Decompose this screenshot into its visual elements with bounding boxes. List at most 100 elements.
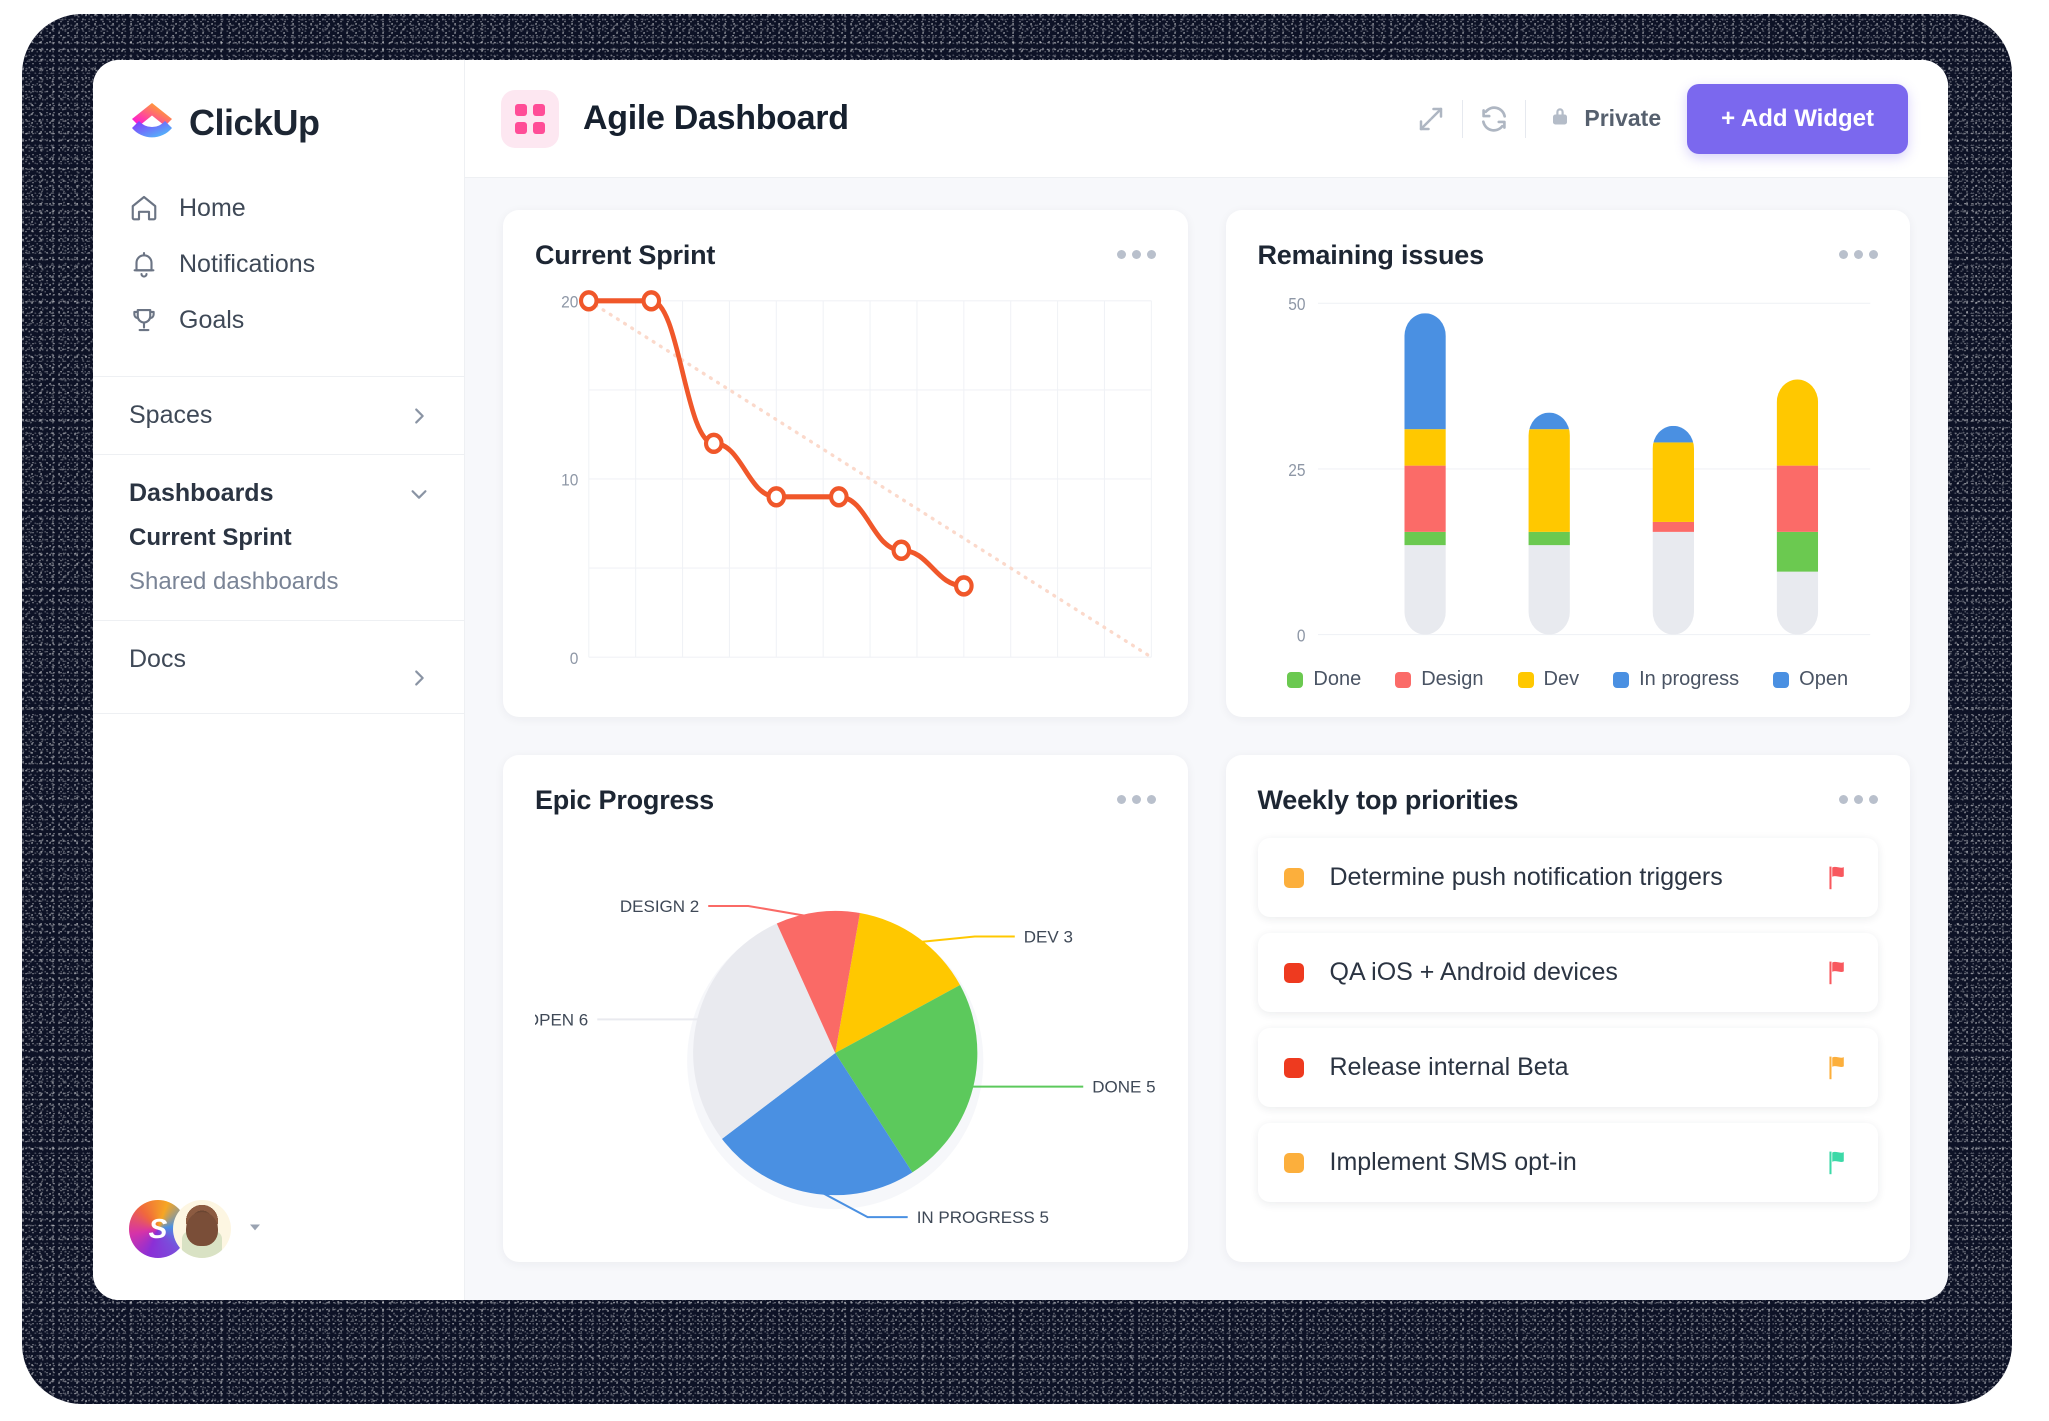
spaces-label: Spaces — [129, 401, 212, 430]
list-item[interactable]: Implement SMS opt-in — [1258, 1123, 1879, 1202]
privacy-label: Private — [1584, 105, 1661, 132]
svg-text:50: 50 — [1288, 295, 1305, 314]
status-badge — [1284, 1153, 1304, 1173]
sidebar-item-shared-dashboards[interactable]: Shared dashboards — [129, 552, 430, 596]
docs-label: Docs — [129, 645, 186, 674]
card-title: Weekly top priorities — [1258, 785, 1519, 816]
caret-down-icon[interactable] — [245, 1217, 265, 1242]
page-title: Agile Dashboard — [583, 99, 849, 138]
legend-label: Dev — [1544, 668, 1580, 691]
user-bar[interactable]: S — [129, 1200, 265, 1258]
add-widget-button[interactable]: + Add Widget — [1687, 84, 1908, 154]
chart-legend: Done Design Dev In progress Open — [1258, 662, 1879, 691]
widget-weekly-priorities: Weekly top priorities Determine push not… — [1226, 755, 1911, 1262]
legend-swatch — [1287, 672, 1303, 688]
legend-swatch — [1773, 672, 1789, 688]
flag-icon[interactable] — [1824, 1149, 1850, 1177]
legend-item[interactable]: Open — [1773, 668, 1848, 691]
card-title: Remaining issues — [1258, 240, 1484, 271]
dashboard-grid-icon — [501, 90, 559, 148]
flag-icon[interactable] — [1824, 864, 1850, 892]
chevron-right-icon[interactable] — [408, 667, 430, 689]
svg-text:0: 0 — [570, 649, 579, 668]
svg-text:20: 20 — [561, 293, 578, 312]
more-options-icon[interactable] — [1839, 785, 1878, 804]
dashboards-header[interactable]: Dashboards — [129, 479, 430, 508]
legend-label: Design — [1421, 668, 1483, 691]
brand-logo[interactable]: ClickUp — [93, 60, 464, 180]
card-header: Remaining issues — [1258, 240, 1879, 271]
card-title: Current Sprint — [535, 240, 715, 271]
pie-slice-label: OPEN 6 — [535, 1010, 588, 1029]
docs-header[interactable]: Docs — [129, 645, 430, 689]
app-window: ClickUp Home Notifications — [93, 60, 1948, 1300]
sidebar-item-label: Goals — [179, 306, 244, 335]
divider — [93, 713, 464, 714]
main-area: Agile Dashboard — [465, 60, 1948, 1300]
status-badge — [1284, 963, 1304, 983]
task-title: Implement SMS opt-in — [1330, 1148, 1577, 1177]
sidebar-item-label: Notifications — [179, 250, 315, 279]
sidebar-item-goals[interactable]: Goals — [93, 292, 464, 348]
sidebar-item-label: Home — [179, 194, 246, 223]
more-options-icon[interactable] — [1117, 785, 1156, 804]
legend-swatch — [1395, 672, 1411, 688]
card-title: Epic Progress — [535, 785, 714, 816]
list-item[interactable]: QA iOS + Android devices — [1258, 933, 1879, 1012]
pie-slice-label: IN PROGRESS 5 — [917, 1208, 1049, 1227]
widget-remaining-issues: Remaining issues 02550 DoneDesignDevIn p… — [1226, 210, 1911, 717]
svg-text:25: 25 — [1288, 461, 1305, 480]
trophy-icon — [129, 305, 159, 335]
legend-item[interactable]: In progress — [1613, 668, 1739, 691]
card-header: Epic Progress — [535, 785, 1156, 816]
sidebar-section-docs: Docs — [93, 621, 464, 713]
chevron-down-icon[interactable] — [408, 483, 430, 505]
expand-icon[interactable] — [1400, 95, 1462, 143]
topbar: Agile Dashboard — [465, 60, 1948, 178]
task-title: Release internal Beta — [1330, 1053, 1569, 1082]
home-icon — [129, 193, 159, 223]
clickup-logo-icon — [129, 100, 175, 146]
pie-slice-label: DONE 5 — [1092, 1078, 1155, 1097]
legend-item[interactable]: Dev — [1518, 668, 1580, 691]
more-options-icon[interactable] — [1117, 240, 1156, 259]
primary-nav: Home Notifications Goals — [93, 180, 464, 376]
list-item[interactable]: Determine push notification triggers — [1258, 838, 1879, 917]
widget-epic-progress: Epic Progress DEV 3 DONE 5 IN PROGRESS 5 OP… — [503, 755, 1188, 1262]
sidebar-item-current-sprint[interactable]: Current Sprint — [129, 508, 430, 552]
svg-text:10: 10 — [561, 471, 578, 490]
sidebar-item-notifications[interactable]: Notifications — [93, 236, 464, 292]
spaces-header[interactable]: Spaces — [129, 401, 430, 430]
dashboards-label: Dashboards — [129, 479, 273, 508]
avatar[interactable] — [173, 1200, 231, 1258]
pie-slice-label: DEV 3 — [1024, 928, 1073, 947]
sidebar: ClickUp Home Notifications — [93, 60, 465, 1300]
lock-icon — [1548, 104, 1572, 134]
legend-swatch — [1518, 672, 1534, 688]
legend-label: Done — [1313, 668, 1361, 691]
more-options-icon[interactable] — [1839, 240, 1878, 259]
list-item[interactable]: Release internal Beta — [1258, 1028, 1879, 1107]
privacy-toggle[interactable]: Private — [1526, 104, 1687, 134]
status-badge — [1284, 868, 1304, 888]
card-header: Current Sprint — [535, 240, 1156, 271]
flag-icon[interactable] — [1824, 1054, 1850, 1082]
widget-current-sprint: Current Sprint 0 10 20 — [503, 210, 1188, 717]
legend-item[interactable]: Design — [1395, 668, 1483, 691]
card-header: Weekly top priorities — [1258, 785, 1879, 816]
sidebar-section-dashboards: Dashboards Current Sprint Shared dashboa… — [93, 455, 464, 620]
legend-item[interactable]: Done — [1287, 668, 1361, 691]
refresh-icon[interactable] — [1463, 95, 1525, 143]
legend-label: In progress — [1639, 668, 1739, 691]
sidebar-item-home[interactable]: Home — [93, 180, 464, 236]
widget-grid: Current Sprint 0 10 20 Remaining issues 0 2… — [465, 178, 1948, 1300]
bell-icon — [129, 249, 159, 279]
legend-label: Open — [1799, 668, 1848, 691]
chevron-right-icon[interactable] — [408, 405, 430, 427]
sidebar-section-spaces: Spaces — [93, 377, 464, 454]
flag-icon[interactable] — [1824, 959, 1850, 987]
priority-list: Determine push notification triggers QA i… — [1258, 816, 1879, 1202]
pie-slice-label: DESIGN 2 — [620, 897, 699, 916]
task-title: Determine push notification triggers — [1330, 863, 1723, 892]
legend-swatch — [1613, 672, 1629, 688]
